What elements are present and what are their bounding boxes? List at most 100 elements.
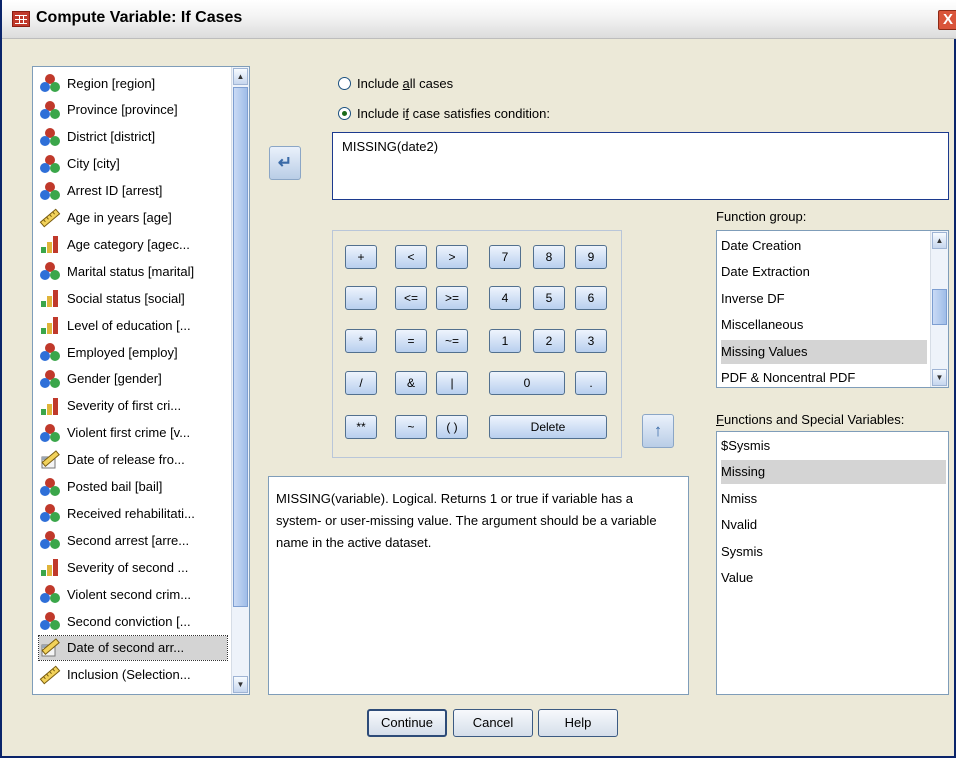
function-item[interactable]: Nmiss xyxy=(721,487,946,511)
arrow-left-icon: ↵ xyxy=(277,153,293,172)
ordinal-icon xyxy=(39,557,61,577)
function-group-item[interactable]: Miscellaneous xyxy=(721,313,927,337)
variable-label: Second arrest [arre... xyxy=(67,532,190,548)
or-key[interactable]: | xyxy=(436,371,468,395)
variable-list-item[interactable]: Gender [gender] xyxy=(39,367,227,391)
equal-key[interactable]: = xyxy=(395,329,427,353)
variable-list-item[interactable]: Age in years [age] xyxy=(39,206,227,230)
six-key[interactable]: 6 xyxy=(575,286,607,310)
variable-list-item[interactable]: Violent first crime [v... xyxy=(39,421,227,445)
function-group-item[interactable]: PDF & Noncentral PDF xyxy=(721,366,927,387)
variable-list-scrollbar[interactable]: ▲ ▼ xyxy=(231,67,249,694)
nominal-icon xyxy=(39,261,61,281)
greater-equal-key[interactable]: >= xyxy=(436,286,468,310)
nine-key[interactable]: 9 xyxy=(575,245,607,269)
function-item[interactable]: $Sysmis xyxy=(721,434,946,458)
nominal-icon xyxy=(39,127,61,147)
variable-list-item[interactable]: Social status [social] xyxy=(39,286,227,310)
scroll-thumb[interactable] xyxy=(233,87,248,607)
variable-list-item[interactable]: Second arrest [arre... xyxy=(39,528,227,552)
variable-list-item[interactable]: Second conviction [... xyxy=(39,609,227,633)
scroll-down-arrow-icon[interactable]: ▼ xyxy=(932,369,947,386)
function-group-item[interactable]: Date Creation xyxy=(721,234,927,258)
ordinal-icon xyxy=(39,234,61,254)
variable-list-item[interactable]: Inclusion (Selection... xyxy=(39,663,227,687)
two-key[interactable]: 2 xyxy=(533,329,565,353)
radio-button-icon[interactable] xyxy=(338,77,351,90)
five-key[interactable]: 5 xyxy=(533,286,565,310)
functions-list[interactable]: $Sysmis Missing Nmiss Nvalid Sysmis Value xyxy=(716,431,949,695)
variable-list-item[interactable]: Province [province] xyxy=(39,98,227,122)
variable-list-item[interactable]: Severity of first cri... xyxy=(39,394,227,418)
include-all-cases-radio[interactable]: Include all cases xyxy=(338,76,453,91)
scroll-up-arrow-icon[interactable]: ▲ xyxy=(233,68,248,85)
scroll-thumb[interactable] xyxy=(932,289,947,325)
variable-list-item[interactable]: Date of release fro... xyxy=(39,448,227,472)
variable-list-item[interactable]: Arrest ID [arrest] xyxy=(39,179,227,203)
variable-list[interactable]: Inclusion (Selection... Date of second ar… xyxy=(32,66,250,695)
function-group-list[interactable]: PDF & Noncentral PDF Missing Values Miscel… xyxy=(716,230,949,388)
variable-list-item[interactable]: Region [region] xyxy=(39,71,227,95)
seven-key[interactable]: 7 xyxy=(489,245,521,269)
function-item[interactable]: Sysmis xyxy=(721,540,946,564)
function-item[interactable]: Nvalid xyxy=(721,513,946,537)
eight-key[interactable]: 8 xyxy=(533,245,565,269)
variable-label: Region [region] xyxy=(67,75,156,91)
variable-label: Province [province] xyxy=(67,102,178,118)
move-variable-arrow-button[interactable]: ↵ xyxy=(269,146,301,180)
close-button[interactable]: X xyxy=(938,10,956,30)
function-item[interactable]: Value xyxy=(721,566,946,590)
scroll-down-arrow-icon[interactable]: ▼ xyxy=(233,676,248,693)
four-key[interactable]: 4 xyxy=(489,286,521,310)
variable-list-item[interactable]: Employed [employ] xyxy=(39,340,227,364)
variable-list-item[interactable]: Severity of second ... xyxy=(39,555,227,579)
parentheses-key[interactable]: ( ) xyxy=(436,415,468,439)
nominal-icon xyxy=(39,369,61,389)
and-key[interactable]: & xyxy=(395,371,427,395)
spss-data-icon xyxy=(12,11,30,27)
function-group-item[interactable]: Inverse DF xyxy=(721,287,927,311)
variable-list-item[interactable]: Level of education [... xyxy=(39,313,227,337)
one-key[interactable]: 1 xyxy=(489,329,521,353)
scroll-up-arrow-icon[interactable]: ▲ xyxy=(932,232,947,249)
variable-label: District [district] xyxy=(67,129,156,145)
continue-button[interactable]: Continue xyxy=(367,709,447,737)
variable-list-item[interactable]: District [district] xyxy=(39,125,227,149)
variable-list-item[interactable]: Age category [agec... xyxy=(39,232,227,256)
condition-expression-input[interactable]: MISSING(date2) xyxy=(332,132,949,200)
power-key[interactable]: ** xyxy=(345,415,377,439)
radio-button-icon[interactable] xyxy=(338,107,351,120)
variable-list-item[interactable]: Date of second arr... xyxy=(38,634,228,661)
function-group-item[interactable]: Date Extraction xyxy=(721,260,927,284)
insert-function-arrow-button[interactable]: ↑ xyxy=(642,414,674,448)
three-key[interactable]: 3 xyxy=(575,329,607,353)
not-key[interactable]: ~ xyxy=(395,415,427,439)
variable-label: Marital status [marital] xyxy=(67,263,195,279)
cancel-button[interactable]: Cancel xyxy=(453,709,533,737)
not-equal-key[interactable]: ~= xyxy=(436,329,468,353)
plus-key[interactable]: + xyxy=(345,245,377,269)
variable-label: Received rehabilitati... xyxy=(67,505,195,521)
function-group-scrollbar[interactable]: ▲ ▼ xyxy=(930,231,948,387)
help-button[interactable]: Help xyxy=(538,709,618,737)
multiply-key[interactable]: * xyxy=(345,329,377,353)
decimal-point-key[interactable]: . xyxy=(575,371,607,395)
function-group-item[interactable]: Missing Values xyxy=(721,339,927,364)
minus-key[interactable]: - xyxy=(345,286,377,310)
greater-than-key[interactable]: > xyxy=(436,245,468,269)
divide-key[interactable]: / xyxy=(345,371,377,395)
variable-list-item[interactable]: Posted bail [bail] xyxy=(39,475,227,499)
zero-key[interactable]: 0 xyxy=(489,371,565,395)
scale-icon xyxy=(39,208,61,228)
function-item[interactable]: Missing xyxy=(721,460,946,485)
variable-list-item[interactable]: City [city] xyxy=(39,152,227,176)
variable-list-item[interactable]: Received rehabilitati... xyxy=(39,501,227,525)
less-than-key[interactable]: < xyxy=(395,245,427,269)
delete-key[interactable]: Delete xyxy=(489,415,607,439)
variable-list-item[interactable]: Violent second crim... xyxy=(39,582,227,606)
variable-list-item[interactable]: Marital status [marital] xyxy=(39,259,227,283)
include-if-condition-radio[interactable]: Include if case satisfies condition: xyxy=(338,106,550,121)
nominal-icon xyxy=(39,423,61,443)
less-equal-key[interactable]: <= xyxy=(395,286,427,310)
date-icon xyxy=(39,449,61,470)
